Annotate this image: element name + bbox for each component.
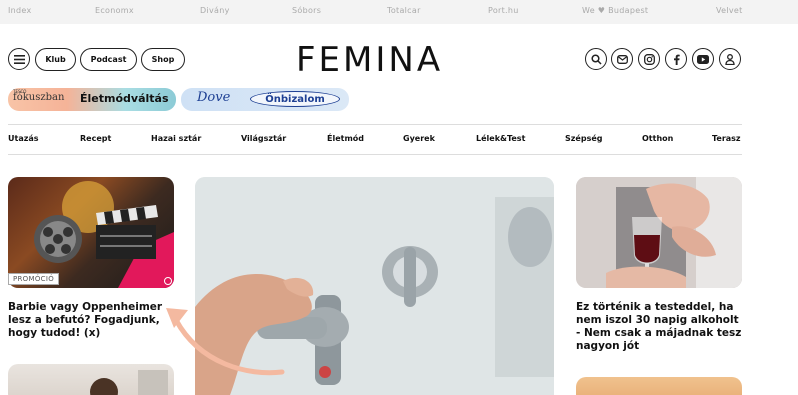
site-logo[interactable]: FEMINA	[296, 40, 443, 80]
instagram-icon	[643, 53, 655, 65]
network-bar: Index Economx Divány Sóbors Totalcar Por…	[0, 0, 798, 24]
search-icon	[590, 53, 602, 65]
nav-item-eletmod[interactable]: Életmód	[327, 134, 364, 143]
right-article-title[interactable]: Ez történik a testeddel, ha nem iszol 30…	[576, 301, 746, 353]
network-link-index[interactable]: Index	[8, 6, 32, 15]
search-button[interactable]	[585, 48, 607, 70]
onbizalom-sponsor-pill[interactable]: Dove Önbizalom	[181, 88, 349, 111]
promo-badge: PROMÓCIÓ	[8, 273, 60, 285]
instagram-button[interactable]	[638, 48, 660, 70]
podcast-button[interactable]: Podcast	[80, 48, 137, 71]
facebook-button[interactable]	[665, 48, 687, 70]
next-article-image[interactable]	[8, 364, 174, 395]
right-article-image[interactable]	[576, 177, 742, 288]
promo-article-title[interactable]: Barbie vagy Oppenheimer lesz a befutó? F…	[8, 301, 178, 340]
eletmodvaltas-label: Életmódváltás	[80, 92, 169, 105]
nav-item-utazas[interactable]: Utazás	[8, 134, 39, 143]
dove-logo: Dove	[197, 90, 231, 105]
nav-item-szepseg[interactable]: Szépség	[565, 134, 602, 143]
klub-button[interactable]: Klub	[35, 48, 76, 71]
facebook-icon	[673, 54, 680, 65]
nav-item-lelek-test[interactable]: Lélek&Test	[476, 134, 525, 143]
network-link-divany[interactable]: Divány	[200, 6, 230, 15]
nav-top-divider	[8, 124, 742, 125]
next-right-article-image[interactable]	[576, 377, 742, 395]
newsletter-button[interactable]	[611, 48, 633, 70]
nav-item-vilagsztar[interactable]: Világsztár	[241, 134, 286, 143]
tesco-fokuszban-logo: TESCO fókuszban	[13, 89, 65, 103]
menu-icon	[13, 54, 25, 64]
network-link-sobors[interactable]: Sóbors	[292, 6, 321, 15]
nav-item-terasz[interactable]: Terasz	[712, 134, 741, 143]
pointer-arrow-icon	[166, 308, 285, 376]
network-link-velvet[interactable]: Velvet	[716, 6, 743, 15]
onbizalom-label: Önbizalom	[250, 91, 340, 107]
nav-bottom-divider	[8, 154, 742, 155]
menu-button[interactable]	[8, 48, 30, 70]
nav-item-recept[interactable]: Recept	[80, 134, 111, 143]
network-link-economx[interactable]: Economx	[95, 6, 134, 15]
film-reel-clapboard-image	[34, 181, 174, 288]
nav-item-gyerek[interactable]: Gyerek	[403, 134, 435, 143]
nav-item-otthon[interactable]: Otthon	[642, 134, 673, 143]
shop-button[interactable]: Shop	[141, 48, 185, 71]
person-photo-image	[90, 370, 168, 395]
network-link-totalcar[interactable]: Totalcar	[387, 6, 421, 15]
wine-glass-refuse-image	[576, 177, 742, 288]
youtube-icon	[697, 54, 709, 64]
promo-article-image[interactable]	[8, 177, 174, 288]
youtube-button[interactable]	[692, 48, 714, 70]
network-link-webudapest[interactable]: We ♥ Budapest	[582, 6, 648, 15]
eletmodvaltas-sponsor-pill[interactable]: TESCO fókuszban Életmódváltás	[8, 88, 176, 111]
network-link-porthu[interactable]: Port.hu	[488, 6, 519, 15]
mail-icon	[616, 54, 628, 64]
nav-item-hazai-sztar[interactable]: Hazai sztár	[151, 134, 201, 143]
profile-button[interactable]	[719, 48, 741, 70]
user-icon	[725, 53, 735, 65]
